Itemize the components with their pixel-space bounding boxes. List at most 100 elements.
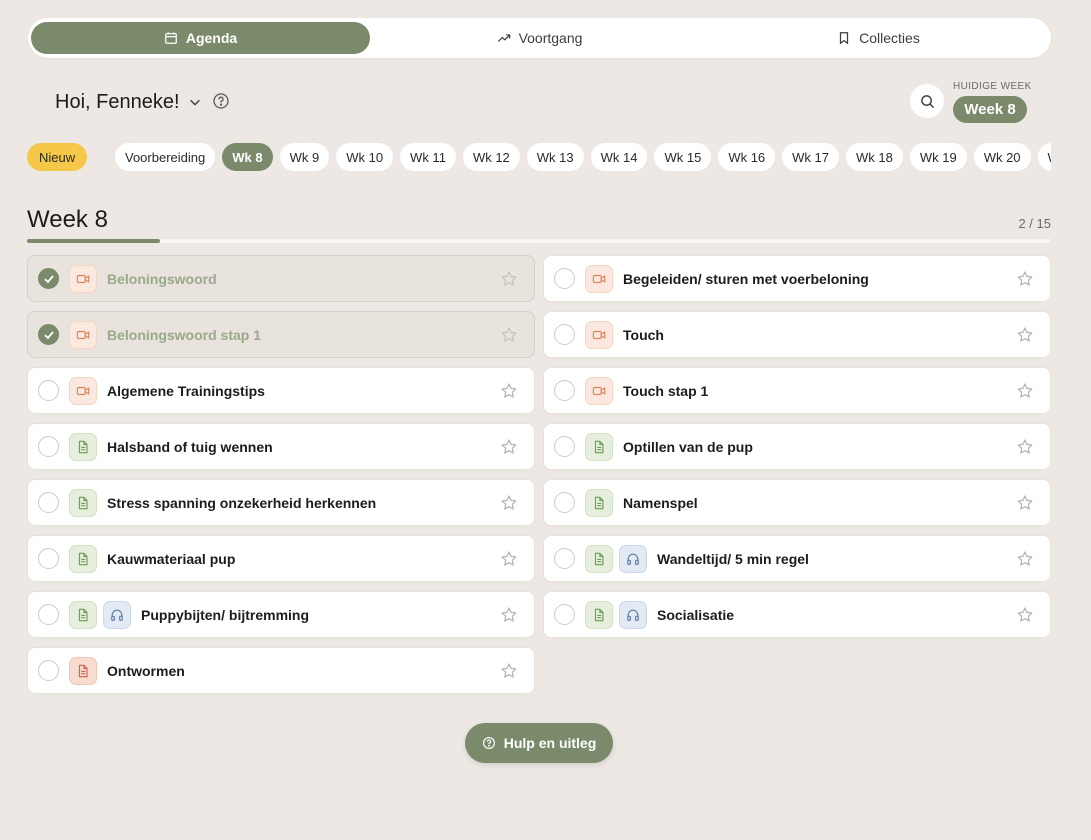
favorite-star-icon[interactable] bbox=[500, 270, 518, 288]
week-chip[interactable]: Wk 17 bbox=[782, 143, 839, 171]
week-chip[interactable]: Wk 10 bbox=[336, 143, 394, 171]
search-icon bbox=[920, 94, 934, 108]
week-chip[interactable]: Wk 12 bbox=[462, 143, 520, 171]
lesson-title: Puppybijten/ bijtremming bbox=[141, 606, 310, 623]
favorite-star-icon[interactable] bbox=[1016, 438, 1034, 456]
lesson-title: Namenspel bbox=[623, 494, 698, 511]
week-chip[interactable]: Wk 21 bbox=[1037, 143, 1051, 171]
completion-checkbox[interactable] bbox=[554, 380, 575, 401]
completion-checkbox[interactable] bbox=[554, 492, 575, 513]
help-button[interactable]: Hulp en uitleg bbox=[465, 723, 613, 763]
check-icon bbox=[43, 330, 54, 339]
favorite-star-icon[interactable] bbox=[1016, 270, 1034, 288]
completion-checkbox[interactable] bbox=[38, 380, 59, 401]
lesson-card[interactable]: Stress spanning onzekerheid herkennen bbox=[27, 479, 535, 526]
completion-checkbox[interactable] bbox=[554, 324, 575, 345]
favorite-star-icon[interactable] bbox=[500, 494, 518, 512]
lesson-card[interactable]: Begeleiden/ sturen met voerbeloning bbox=[543, 255, 1051, 302]
headphones-icon bbox=[103, 600, 131, 629]
help-icon bbox=[482, 736, 495, 750]
favorite-star-icon[interactable] bbox=[1016, 606, 1034, 624]
tab-agenda[interactable]: Agenda bbox=[31, 22, 370, 54]
week-chip[interactable]: Wk 8 bbox=[222, 143, 273, 171]
video-icon bbox=[69, 264, 97, 293]
completion-checkbox[interactable] bbox=[38, 604, 59, 625]
progress-fill bbox=[27, 239, 161, 243]
week-chip[interactable]: Wk 9 bbox=[279, 143, 330, 171]
document-icon bbox=[69, 600, 97, 629]
lesson-card[interactable]: Ontwormen bbox=[27, 647, 535, 694]
completion-checkbox[interactable] bbox=[38, 324, 59, 345]
video-icon bbox=[69, 376, 97, 405]
week-chip[interactable]: Wk 16 bbox=[718, 143, 776, 171]
week-chip[interactable]: Wk 11 bbox=[400, 143, 456, 171]
user-greeting[interactable]: Hoi, Fenneke! bbox=[55, 90, 202, 114]
week-chip[interactable]: Wk 14 bbox=[590, 143, 648, 171]
lesson-card[interactable]: Beloningswoord bbox=[27, 255, 535, 302]
completion-checkbox[interactable] bbox=[38, 548, 59, 569]
completion-checkbox[interactable] bbox=[38, 268, 59, 289]
favorite-star-icon[interactable] bbox=[500, 326, 518, 344]
favorite-star-icon[interactable] bbox=[500, 662, 518, 680]
lesson-card[interactable]: Namenspel bbox=[543, 479, 1051, 526]
current-week-badge[interactable]: Week 8 bbox=[953, 96, 1027, 123]
lesson-title: Algemene Trainingstips bbox=[107, 382, 265, 399]
completion-checkbox[interactable] bbox=[554, 604, 575, 625]
completion-checkbox[interactable] bbox=[554, 268, 575, 289]
completion-checkbox[interactable] bbox=[38, 436, 59, 457]
week-chip[interactable]: Wk 15 bbox=[654, 143, 712, 171]
completion-checkbox[interactable] bbox=[554, 548, 575, 569]
favorite-star-icon[interactable] bbox=[500, 438, 518, 456]
video-icon bbox=[585, 264, 613, 293]
document-icon bbox=[69, 432, 97, 461]
document-icon bbox=[585, 544, 613, 573]
lesson-title: Wandeltijd/ 5 min regel bbox=[657, 550, 809, 567]
week-chip[interactable]: Wk 18 bbox=[846, 143, 903, 171]
lesson-title: Beloningswoord bbox=[107, 270, 217, 287]
lesson-card[interactable]: Algemene Trainingstips bbox=[27, 367, 535, 414]
headphones-icon bbox=[619, 600, 647, 629]
lesson-card[interactable]: Beloningswoord stap 1 bbox=[27, 311, 535, 358]
progress-count: 2 / 15 bbox=[1018, 216, 1051, 231]
week-chip[interactable]: Wk 13 bbox=[526, 143, 584, 171]
lesson-card[interactable]: Puppybijten/ bijtremming bbox=[27, 591, 535, 638]
lesson-title: Touch stap 1 bbox=[623, 382, 709, 399]
tab-collecties[interactable]: Collecties bbox=[709, 22, 1048, 54]
favorite-star-icon[interactable] bbox=[500, 606, 518, 624]
bookmark-icon bbox=[840, 32, 849, 45]
lesson-card[interactable]: Optillen van de pup bbox=[543, 423, 1051, 470]
document-icon bbox=[69, 656, 97, 685]
lesson-title: Ontwormen bbox=[107, 662, 185, 679]
new-badge[interactable]: Nieuw bbox=[27, 143, 88, 171]
favorite-star-icon[interactable] bbox=[500, 382, 518, 400]
lesson-title: Stress spanning onzekerheid herkennen bbox=[107, 494, 377, 511]
lesson-title: Kauwmateriaal pup bbox=[107, 550, 236, 567]
lesson-card[interactable]: Touch bbox=[543, 311, 1051, 358]
check-icon bbox=[43, 274, 54, 283]
progress-bar bbox=[27, 239, 1051, 243]
week-chip[interactable]: Wk 20 bbox=[973, 143, 1031, 171]
lesson-card[interactable]: Wandeltijd/ 5 min regel bbox=[543, 535, 1051, 582]
completion-checkbox[interactable] bbox=[38, 660, 59, 681]
completion-checkbox[interactable] bbox=[38, 492, 59, 513]
favorite-star-icon[interactable] bbox=[1016, 382, 1034, 400]
favorite-star-icon[interactable] bbox=[1016, 550, 1034, 568]
calendar-icon bbox=[164, 32, 177, 44]
video-icon bbox=[585, 320, 613, 349]
tab-voortgang-label: Voortgang bbox=[518, 30, 583, 46]
completion-checkbox[interactable] bbox=[554, 436, 575, 457]
lesson-card[interactable]: Kauwmateriaal pup bbox=[27, 535, 535, 582]
favorite-star-icon[interactable] bbox=[500, 550, 518, 568]
lesson-card[interactable]: Touch stap 1 bbox=[543, 367, 1051, 414]
favorite-star-icon[interactable] bbox=[1016, 326, 1034, 344]
tab-voortgang[interactable]: Voortgang bbox=[370, 22, 709, 54]
search-button[interactable] bbox=[910, 84, 944, 118]
lesson-title: Socialisatie bbox=[657, 606, 735, 623]
document-icon bbox=[585, 432, 613, 461]
week-chip[interactable]: Wk 19 bbox=[909, 143, 967, 171]
lesson-card[interactable]: Halsband of tuig wennen bbox=[27, 423, 535, 470]
lesson-card[interactable]: Socialisatie bbox=[543, 591, 1051, 638]
week-chip[interactable]: Voorbereiding bbox=[115, 143, 216, 171]
help-icon[interactable] bbox=[212, 92, 230, 110]
favorite-star-icon[interactable] bbox=[1016, 494, 1034, 512]
